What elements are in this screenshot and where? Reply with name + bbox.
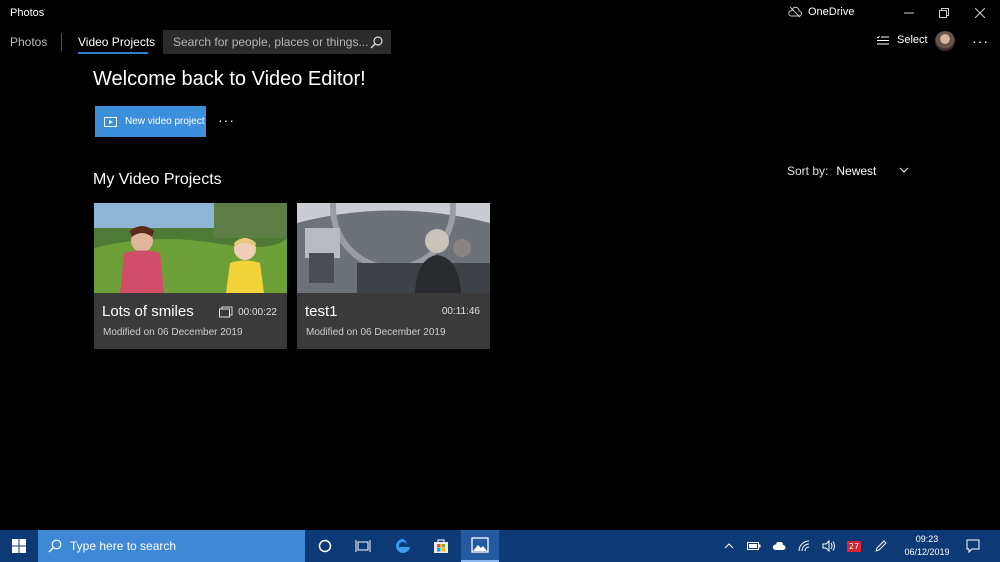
photos-icon <box>471 537 489 553</box>
taskbar: Type here to search 27 09:23 06/12/2019 <box>0 530 1000 562</box>
section-title: My Video Projects <box>93 171 222 188</box>
video-project-icon <box>219 306 233 318</box>
project-card[interactable]: Lots of smiles 00:00:22 Modified on 06 D… <box>94 203 287 349</box>
search-icon <box>48 539 62 553</box>
volume-icon[interactable] <box>818 530 840 562</box>
checklist-icon <box>877 35 889 44</box>
close-button[interactable] <box>965 3 995 23</box>
store-icon <box>434 539 448 553</box>
calendar-tray-icon[interactable]: 27 <box>843 530 865 562</box>
photos-taskbar-button[interactable] <box>461 530 499 562</box>
project-duration-text: 00:11:46 <box>441 306 480 317</box>
task-view-icon <box>355 540 371 552</box>
edge-icon <box>396 539 410 553</box>
cloud-off-icon <box>788 6 802 18</box>
close-icon <box>975 8 985 18</box>
video-add-icon <box>104 116 117 127</box>
onedrive-tray-icon[interactable] <box>768 530 790 562</box>
restore-button[interactable] <box>929 3 959 23</box>
show-hidden-icons-button[interactable] <box>718 530 740 562</box>
windows-logo-icon <box>12 539 26 553</box>
new-video-project-label: New video project <box>125 116 205 127</box>
taskbar-search-placeholder: Type here to search <box>70 539 177 553</box>
taskbar-search-input[interactable]: Type here to search <box>38 530 305 562</box>
project-title: Lots of smiles <box>102 303 194 320</box>
avatar[interactable] <box>935 31 955 51</box>
clock-date: 06/12/2019 <box>904 547 950 557</box>
sort-value: Newest <box>836 164 877 178</box>
task-view-button[interactable] <box>344 530 382 562</box>
restore-icon <box>939 8 949 18</box>
search-input[interactable]: Search for people, places or things... <box>163 30 391 54</box>
project-thumbnail <box>297 203 490 293</box>
sort-label: Sort by: <box>787 164 829 178</box>
pen-icon[interactable] <box>870 530 892 562</box>
clock-time: 09:23 <box>915 534 939 544</box>
edge-button[interactable] <box>384 530 422 562</box>
title-bar: Photos OneDrive <box>0 0 1000 28</box>
select-label: Select <box>897 34 928 46</box>
project-duration: 00:11:46 <box>442 306 480 317</box>
wifi-icon[interactable] <box>794 530 816 562</box>
nav-bar: Photos Video Projects Search for people,… <box>0 28 1000 56</box>
onedrive-label: OneDrive <box>808 6 855 18</box>
onedrive-status[interactable]: OneDrive <box>788 6 854 18</box>
chevron-up-icon <box>724 543 734 549</box>
project-duration-text: 00:00:22 <box>238 306 277 318</box>
project-thumbnail <box>94 203 287 293</box>
minimize-icon <box>904 12 914 14</box>
battery-icon[interactable] <box>743 530 765 562</box>
more-actions-icon[interactable]: ··· <box>218 112 235 128</box>
clock[interactable]: 09:23 06/12/2019 <box>897 533 957 559</box>
project-duration: 00:00:22 <box>219 306 277 318</box>
store-button[interactable] <box>422 530 460 562</box>
app-title: Photos <box>10 7 45 19</box>
search-placeholder: Search for people, places or things... <box>173 35 369 49</box>
more-options-icon[interactable]: ··· <box>972 33 989 49</box>
minimize-button[interactable] <box>894 3 924 23</box>
cortana-button[interactable] <box>306 530 344 562</box>
cortana-icon <box>318 539 332 553</box>
search-icon[interactable] <box>370 35 383 49</box>
tab-video-projects[interactable]: Video Projects <box>78 35 155 49</box>
new-video-project-button[interactable]: New video project <box>95 106 206 137</box>
project-modified: Modified on 06 December 2019 <box>306 327 446 338</box>
active-tab-indicator <box>78 52 148 54</box>
project-modified: Modified on 06 December 2019 <box>103 327 243 338</box>
notification-icon <box>966 539 980 553</box>
nav-divider <box>61 33 62 51</box>
page-title: Welcome back to Video Editor! <box>93 68 366 90</box>
start-button[interactable] <box>0 530 38 562</box>
project-title: test1 <box>305 303 338 320</box>
action-center-button[interactable] <box>960 530 986 562</box>
project-card[interactable]: test1 00:11:46 Modified on 06 December 2… <box>297 203 490 349</box>
calendar-badge: 27 <box>846 540 862 552</box>
chevron-down-icon <box>899 167 909 173</box>
tab-photos[interactable]: Photos <box>10 35 47 49</box>
select-button[interactable]: Select <box>877 34 928 46</box>
sort-dropdown[interactable]: Sort by: Newest <box>787 164 910 178</box>
